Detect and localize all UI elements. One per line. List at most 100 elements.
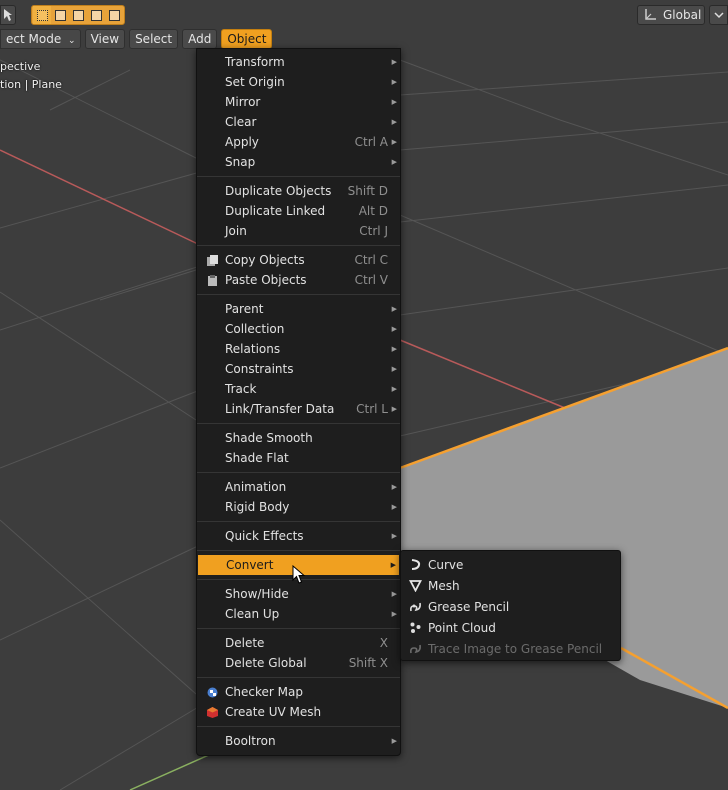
menu-item-apply[interactable]: Apply Ctrl A ▶ bbox=[197, 132, 400, 152]
submenu-arrow-icon: ▶ bbox=[391, 737, 397, 745]
trace-image-icon bbox=[408, 641, 422, 655]
select-extend-icon bbox=[54, 9, 66, 21]
menu-separator bbox=[197, 628, 400, 629]
select-extend-button[interactable] bbox=[51, 6, 69, 24]
submenu-arrow-icon: ▶ bbox=[391, 590, 397, 598]
submenu-arrow-icon: ▶ bbox=[391, 345, 397, 353]
menu-separator bbox=[197, 550, 400, 551]
select-new-button[interactable] bbox=[33, 6, 51, 24]
menu-item-booltron[interactable]: Booltron ▶ bbox=[197, 731, 400, 751]
select-menu[interactable]: Select bbox=[129, 28, 179, 49]
chevron-down-icon bbox=[713, 11, 724, 18]
orientation-options-button[interactable] bbox=[709, 5, 728, 25]
menu-item-label: Create UV Mesh bbox=[225, 705, 322, 719]
submenu-arrow-icon: ▶ bbox=[391, 98, 397, 106]
menu-item-label: Clean Up bbox=[225, 607, 280, 621]
menu-item-label: Shade Flat bbox=[225, 451, 289, 465]
menu-item-snap[interactable]: Snap ▶ bbox=[197, 152, 400, 172]
menu-item-link-transfer-data[interactable]: Link/Transfer Data Ctrl L ▶ bbox=[197, 399, 400, 419]
menu-item-clear[interactable]: Clear ▶ bbox=[197, 112, 400, 132]
convert-item-mesh[interactable]: Mesh bbox=[401, 575, 620, 596]
object-menu[interactable]: Object bbox=[221, 28, 273, 49]
menu-item-collection[interactable]: Collection ▶ bbox=[197, 319, 400, 339]
menu-item-join[interactable]: Join Ctrl J bbox=[197, 221, 400, 241]
menu-separator bbox=[197, 521, 400, 522]
convert-item-label: Curve bbox=[428, 557, 464, 572]
paste-icon bbox=[205, 273, 219, 287]
menu-item-mirror[interactable]: Mirror ▶ bbox=[197, 92, 400, 112]
object-dropdown-menu: Transform ▶ Set Origin ▶ Mirror ▶ Clear ▶ Apply C… bbox=[196, 48, 401, 756]
submenu-arrow-icon: ▶ bbox=[391, 325, 397, 333]
add-menu[interactable]: Add bbox=[182, 28, 218, 49]
shortcut-hint: X bbox=[379, 636, 388, 650]
menu-item-shade-smooth[interactable]: Shade Smooth bbox=[197, 428, 400, 448]
menu-item-relations[interactable]: Relations ▶ bbox=[197, 339, 400, 359]
menu-item-create-uv-mesh[interactable]: Create UV Mesh bbox=[197, 702, 400, 722]
shortcut-hint: Shift D bbox=[347, 184, 388, 198]
menu-item-label: Apply bbox=[225, 135, 259, 149]
menu-item-label: Rigid Body bbox=[225, 500, 290, 514]
select-tool-button[interactable] bbox=[0, 5, 16, 25]
menu-item-clean-up[interactable]: Clean Up ▶ bbox=[197, 604, 400, 624]
select-intersect-icon bbox=[108, 9, 120, 21]
menu-item-delete[interactable]: Delete X bbox=[197, 633, 400, 653]
interaction-mode-dropdown[interactable]: ect Mode ⌄ bbox=[0, 28, 81, 49]
menu-item-label: Checker Map bbox=[225, 685, 303, 699]
menu-item-label: Duplicate Linked bbox=[225, 204, 326, 218]
menu-item-label: Duplicate Objects bbox=[225, 184, 332, 198]
menu-item-duplicate-objects[interactable]: Duplicate Objects Shift D bbox=[197, 181, 400, 201]
convert-item-label: Grease Pencil bbox=[428, 599, 510, 614]
cursor-arrow-icon bbox=[4, 9, 12, 21]
menu-item-checker-map[interactable]: Checker Map bbox=[197, 682, 400, 702]
view-menu[interactable]: View bbox=[84, 28, 126, 49]
select-intersect-button[interactable] bbox=[105, 6, 123, 24]
menu-item-label: Delete bbox=[225, 636, 265, 650]
menu-item-label: Paste Objects bbox=[225, 273, 307, 287]
menu-item-label: Constraints bbox=[225, 362, 294, 376]
menu-item-label: Snap bbox=[225, 155, 256, 169]
menu-item-paste-objects[interactable]: Paste Objects Ctrl V bbox=[197, 270, 400, 290]
copy-icon bbox=[205, 253, 219, 267]
menu-item-quick-effects[interactable]: Quick Effects ▶ bbox=[197, 526, 400, 546]
viewport-toolbar: Global bbox=[0, 0, 728, 28]
select-invert-icon bbox=[90, 9, 102, 21]
menu-item-constraints[interactable]: Constraints ▶ bbox=[197, 359, 400, 379]
menu-item-show-hide[interactable]: Show/Hide ▶ bbox=[197, 584, 400, 604]
menu-item-label: Booltron bbox=[225, 734, 276, 748]
select-subtract-button[interactable] bbox=[69, 6, 87, 24]
menu-separator bbox=[197, 245, 400, 246]
mouse-cursor-icon bbox=[292, 565, 306, 584]
menu-item-label: Track bbox=[225, 382, 257, 396]
menu-item-rigid-body[interactable]: Rigid Body ▶ bbox=[197, 497, 400, 517]
menu-item-parent[interactable]: Parent ▶ bbox=[197, 299, 400, 319]
convert-item-point-cloud[interactable]: Point Cloud bbox=[401, 617, 620, 638]
menu-item-transform[interactable]: Transform ▶ bbox=[197, 52, 400, 72]
menu-item-duplicate-linked[interactable]: Duplicate Linked Alt D bbox=[197, 201, 400, 221]
submenu-arrow-icon: ▶ bbox=[391, 78, 397, 86]
point-cloud-icon bbox=[408, 620, 422, 634]
submenu-arrow-icon: ▶ bbox=[391, 305, 397, 313]
viewport-header-menus: ect Mode ⌄ View Select Add Object bbox=[0, 28, 273, 49]
menu-item-animation[interactable]: Animation ▶ bbox=[197, 477, 400, 497]
submenu-arrow-icon: ▶ bbox=[391, 503, 397, 511]
menu-item-set-origin[interactable]: Set Origin ▶ bbox=[197, 72, 400, 92]
menu-separator bbox=[197, 726, 400, 727]
menu-item-label: Relations bbox=[225, 342, 281, 356]
menu-item-shade-flat[interactable]: Shade Flat bbox=[197, 448, 400, 468]
submenu-arrow-icon: ▶ bbox=[390, 561, 396, 569]
menu-item-label: Clear bbox=[225, 115, 257, 129]
shortcut-hint: Ctrl C bbox=[354, 253, 388, 267]
select-invert-button[interactable] bbox=[87, 6, 105, 24]
shortcut-hint: Alt D bbox=[358, 204, 388, 218]
convert-item-grease-pencil[interactable]: Grease Pencil bbox=[401, 596, 620, 617]
convert-item-curve[interactable]: Curve bbox=[401, 554, 620, 575]
menu-separator bbox=[197, 176, 400, 177]
transform-orientation-dropdown[interactable]: Global bbox=[637, 5, 705, 25]
menu-item-delete-global[interactable]: Delete Global Shift X bbox=[197, 653, 400, 673]
menu-item-track[interactable]: Track ▶ bbox=[197, 379, 400, 399]
chevron-down-icon: ⌄ bbox=[68, 35, 76, 46]
shortcut-hint: Ctrl V bbox=[354, 273, 388, 287]
menu-item-copy-objects[interactable]: Copy Objects Ctrl C bbox=[197, 250, 400, 270]
viewport-overlay-collection: tion | Plane bbox=[0, 78, 62, 91]
menu-item-label: Convert bbox=[226, 558, 274, 572]
